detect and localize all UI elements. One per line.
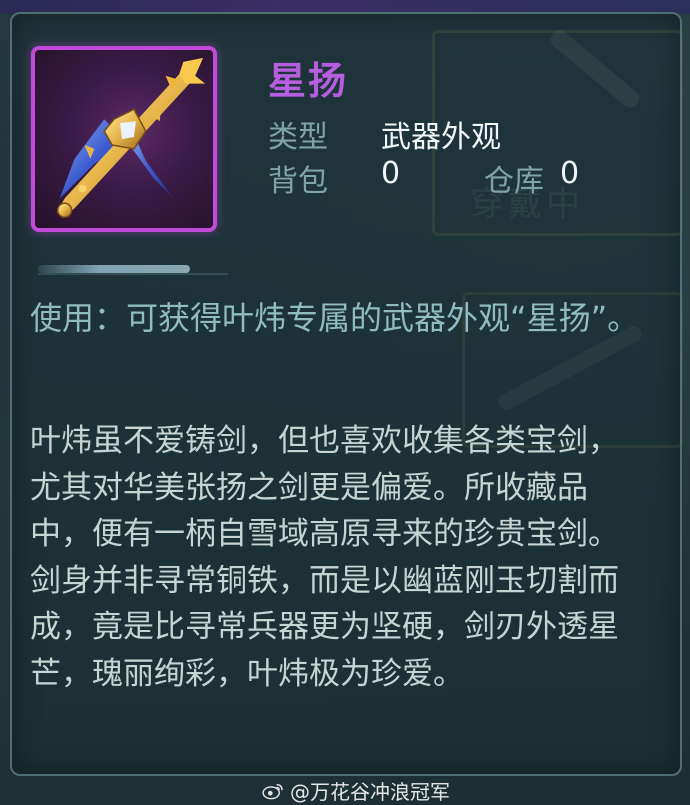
type-label: 类型 xyxy=(268,120,328,155)
game-screen: 穿戴中 星扬 类型 武器外观 背包 0 仓库 0 使用：可获得叶炜专属的武器外观… xyxy=(0,0,690,805)
warehouse-label: 仓库 xyxy=(484,164,544,199)
watermark: @万花谷冲浪冠军 xyxy=(262,776,450,805)
item-lore: 叶炜虽不爱铸剑，但也喜欢收集各类宝剑，尤其对华美张扬之剑更是偏爱。所收藏品中，便… xyxy=(30,423,619,692)
item-name: 星扬 xyxy=(268,59,349,103)
warehouse-count: 0 xyxy=(560,156,580,191)
usage-description: 使用：可获得叶炜专属的武器外观“星扬”。 xyxy=(30,299,640,337)
type-value: 武器外观 xyxy=(381,120,501,155)
bag-count: 0 xyxy=(381,156,401,191)
weibo-logo-icon xyxy=(262,783,283,799)
watermark-text: @万花谷冲浪冠军 xyxy=(290,780,450,804)
sword-weapon-icon xyxy=(31,46,217,232)
section-divider xyxy=(38,265,228,275)
bag-label: 背包 xyxy=(268,164,328,199)
